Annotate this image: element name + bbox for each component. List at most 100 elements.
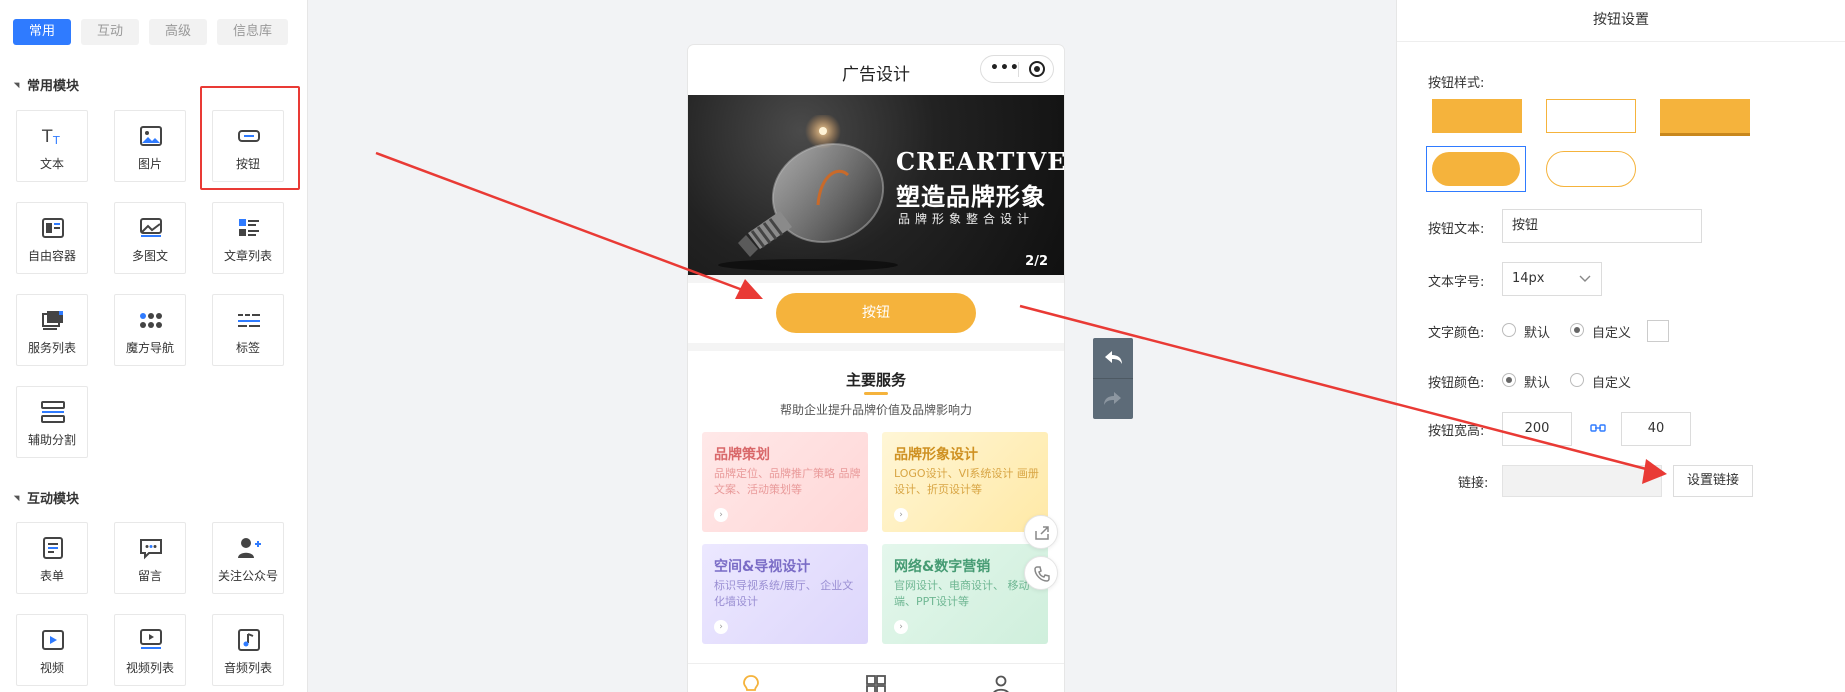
form-icon — [43, 537, 63, 559]
module-form[interactable]: 表单 — [16, 522, 88, 594]
style-option-shadow[interactable] — [1660, 97, 1752, 135]
module-video[interactable]: 视频 — [16, 614, 88, 686]
common-modules-title: 常用模块 — [16, 75, 79, 94]
cube-nav-icon — [140, 313, 162, 328]
module-follow[interactable]: 关注公众号 — [212, 522, 284, 594]
mini-program-capsule[interactable]: ••• — [980, 55, 1054, 83]
service-card-space-design[interactable]: 空间&导视设计 标识导视系统/展厅、 企业文化墙设计 › — [702, 544, 868, 644]
module-service-list[interactable]: 服务列表 — [16, 294, 88, 366]
banner-english-title: CREARTIVE — [896, 147, 1064, 176]
common-modules-title-text: 常用模块 — [27, 79, 80, 94]
chevron-right-icon[interactable]: › — [894, 508, 908, 522]
services-title-underline — [864, 392, 888, 395]
style-option-rounded-selected[interactable] — [1426, 146, 1526, 192]
banner-slider[interactable]: CREARTIVE 塑造品牌形象 品牌形象整合设计 2/2 — [688, 95, 1064, 275]
light-bulb-image — [718, 115, 898, 271]
settings-header: 按钮设置 — [1397, 0, 1845, 42]
tab-info-library[interactable]: 信息库 — [217, 19, 289, 45]
services-title: 主要服务 — [845, 371, 906, 389]
module-label: 音频列表 — [223, 661, 272, 675]
svg-text:T: T — [41, 127, 53, 147]
svg-text:T: T — [52, 134, 60, 147]
module-label: 视频 — [39, 661, 64, 675]
capsule-separator — [1018, 62, 1019, 77]
style-option-filled[interactable] — [1432, 97, 1524, 135]
audio-list-icon — [238, 629, 260, 651]
button-color-custom-radio[interactable] — [1570, 373, 1584, 387]
module-container[interactable]: 自由容器 — [16, 202, 88, 274]
phone-call-button[interactable] — [1024, 556, 1058, 590]
preview-button[interactable]: 按钮 — [776, 293, 976, 333]
grid-icon[interactable] — [865, 674, 887, 692]
image-icon — [140, 126, 162, 146]
module-audio-list[interactable]: 音频列表 — [212, 614, 284, 686]
module-text[interactable]: TT 文本 — [16, 110, 88, 182]
video-icon — [42, 630, 64, 650]
card-desc: 品牌定位、品牌推广策略 品牌文案、活动策划等 — [714, 467, 861, 496]
module-image[interactable]: 图片 — [114, 110, 186, 182]
style-swatch — [1660, 99, 1750, 133]
text-color-custom-radio[interactable] — [1570, 323, 1584, 337]
text-color-default-radio[interactable] — [1502, 323, 1516, 337]
text-color-picker[interactable] — [1647, 320, 1669, 342]
set-link-button[interactable]: 设置链接 — [1673, 465, 1753, 497]
more-icon[interactable]: ••• — [990, 60, 1020, 76]
font-size-label: 文本字号: — [1428, 275, 1485, 290]
style-option-rounded-outline[interactable] — [1546, 151, 1638, 189]
card-desc: 标识导视系统/展厅、 企业文化墙设计 — [714, 579, 854, 608]
tab-common[interactable]: 常用 — [13, 19, 72, 45]
chevron-right-icon[interactable]: › — [894, 620, 908, 634]
height-input[interactable]: 40 — [1621, 412, 1691, 446]
service-card-brand-planning[interactable]: 品牌策划 品牌定位、品牌推广策略 品牌文案、活动策划等 › — [702, 432, 868, 532]
button-color-default-radio[interactable] — [1502, 373, 1516, 387]
module-divider[interactable]: 辅助分割 — [16, 386, 88, 458]
style-option-outline[interactable] — [1546, 97, 1638, 135]
button-text-input[interactable]: 按钮 — [1502, 209, 1702, 243]
button-color-label: 按钮颜色: — [1428, 376, 1485, 391]
share-button[interactable] — [1024, 515, 1058, 549]
style-swatch — [1546, 99, 1636, 133]
undo-button[interactable] — [1093, 338, 1133, 378]
style-swatch — [1546, 151, 1636, 187]
service-card-brand-image[interactable]: 品牌形象设计 LOGO设计、VI系统设计 画册设计、折页设计等 › — [882, 432, 1048, 532]
link-label: 链接: — [1458, 476, 1489, 491]
redo-button[interactable] — [1093, 379, 1133, 419]
tab-interactive[interactable]: 互动 — [81, 19, 140, 45]
banner-chinese-title: 塑造品牌形象 — [896, 182, 1046, 211]
chevron-right-icon[interactable]: › — [714, 508, 728, 522]
width-input[interactable]: 200 — [1502, 412, 1572, 446]
tag-icon — [238, 314, 260, 327]
close-icon[interactable] — [1029, 61, 1045, 77]
style-label: 按钮样式: — [1428, 76, 1485, 91]
user-icon[interactable] — [990, 674, 1012, 692]
module-multi-image[interactable]: 多图文 — [114, 202, 186, 274]
follow-icon — [238, 538, 261, 558]
module-label: 关注公众号 — [217, 569, 278, 583]
services-section: 主要服务 帮助企业提升品牌价值及品牌影响力 品牌策划 品牌定位、品牌推广策略 品… — [688, 351, 1064, 671]
module-article-list[interactable]: 文章列表 — [212, 202, 284, 274]
module-video-list[interactable]: 视频列表 — [114, 614, 186, 686]
style-swatch — [1432, 152, 1520, 186]
link-input[interactable] — [1502, 465, 1662, 497]
module-label: 服务列表 — [27, 341, 76, 355]
divider-icon — [41, 401, 65, 423]
undo-redo-bar — [1093, 338, 1133, 419]
font-size-select[interactable]: 14px — [1502, 262, 1602, 296]
link-ratio-icon[interactable] — [1590, 422, 1606, 434]
module-cube-nav[interactable]: 魔方导航 — [114, 294, 186, 366]
chevron-right-icon[interactable]: › — [714, 620, 728, 634]
button-block[interactable]: 按钮 — [688, 283, 1064, 343]
module-tag[interactable]: 标签 — [212, 294, 284, 366]
interactive-modules-title-text: 互动模块 — [27, 492, 80, 507]
button-color-custom-label: 自定义 — [1592, 376, 1632, 391]
tab-advanced[interactable]: 高级 — [149, 19, 208, 45]
card-desc: LOGO设计、VI系统设计 画册设计、折页设计等 — [894, 467, 1039, 496]
service-card-digital-marketing[interactable]: 网络&数字营销 官网设计、电商设计、 移动端、PPT设计等 › — [882, 544, 1048, 644]
banner-page-indicator: 2/2 — [1025, 254, 1048, 269]
text-color-label: 文字颜色: — [1428, 326, 1485, 341]
module-message[interactable]: 留言 — [114, 522, 186, 594]
share-icon — [1035, 526, 1049, 540]
bulb-icon[interactable] — [740, 674, 762, 692]
phone-preview: 广告设计 ••• CREARTIVE 塑造品牌形象 品牌形象整合设计 2/2 按… — [688, 45, 1064, 692]
text-color-default-label: 默认 — [1524, 326, 1551, 341]
